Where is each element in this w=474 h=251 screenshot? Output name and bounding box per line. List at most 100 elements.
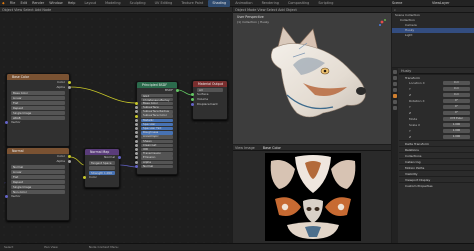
link-bsdf-to-output [177, 89, 193, 96]
tab-layout[interactable]: Layout [81, 0, 101, 7]
view-layer-selector[interactable]: ViewLayer [432, 0, 450, 7]
transform-value-field[interactable]: 0° [443, 111, 470, 115]
modifier-icon[interactable] [393, 100, 397, 104]
transform-label: Y [409, 129, 411, 133]
output-icon[interactable] [393, 82, 397, 86]
texture-image[interactable] [265, 153, 361, 241]
transform-value-field[interactable]: 0 m [443, 87, 470, 91]
properties-editor[interactable]: Husky Transform Location X0 mY0 mZ0 m Rot… [392, 68, 474, 243]
transform-row: Z 1.000 [399, 134, 474, 140]
status-right: Node Context Menu [88, 245, 119, 249]
input-socket[interactable] [135, 139, 138, 143]
tool-icon[interactable] [393, 70, 397, 74]
normal-map-node[interactable]: Normal Map Normal Tangent Space Strength… [83, 148, 121, 188]
transform-value-field[interactable]: 0 m [443, 93, 470, 97]
bsdf-input-row[interactable]: Normal [135, 164, 177, 169]
link-basecolor-to-bsdf [69, 86, 137, 104]
input-socket[interactable] [135, 131, 138, 135]
link-normaltex-to-normalmap [69, 156, 85, 166]
node-editor[interactable]: Object View Select Add Node Base Color C… [0, 7, 232, 243]
transform-value-field[interactable]: 0 m [443, 81, 470, 85]
section-custom-properties[interactable]: Custom Properties [399, 182, 474, 188]
input-socket[interactable] [135, 152, 138, 156]
input-color: Color [83, 175, 119, 180]
transform-label: Z [409, 135, 412, 139]
outliner[interactable]: ⌕ Scene Collection Collection Camera Hus… [392, 7, 474, 67]
uv-texture-atlas [270, 155, 356, 239]
material-icon[interactable] [393, 106, 397, 110]
menu-edit[interactable]: Edit [20, 0, 27, 7]
input-socket[interactable] [135, 127, 138, 131]
image-editor-header[interactable]: View Image Base Color [233, 145, 391, 151]
menu-file[interactable]: File [10, 0, 16, 7]
bsdf-input-field[interactable]: Normal [141, 164, 173, 169]
transform-label: Mode [409, 117, 418, 121]
tab-texture-paint[interactable]: Texture Paint [177, 0, 207, 7]
navigation-gizmo[interactable] [377, 17, 387, 27]
transform-label: Scale X [409, 123, 421, 127]
tab-modeling[interactable]: Modeling [101, 0, 124, 7]
input-socket[interactable] [135, 110, 138, 114]
input-socket[interactable] [135, 114, 138, 118]
menu-render[interactable]: Render [32, 0, 44, 7]
object-icon[interactable] [393, 94, 397, 98]
image-texture-node-base-color[interactable]: Base Color Color Alpha Base Color Linear… [5, 73, 71, 147]
viewport-title: User Perspective [237, 15, 264, 19]
render-icon[interactable] [393, 76, 397, 80]
transform-value-field[interactable]: 0° [443, 99, 470, 103]
input-socket[interactable] [135, 160, 138, 164]
status-mid: Pan View [44, 245, 58, 249]
input-displacement: Displacement [191, 102, 227, 107]
tab-shading[interactable]: Shading [208, 0, 231, 7]
input-socket[interactable] [135, 156, 138, 160]
top-bar: ◆ File Edit Render Window Help Layout Mo… [0, 0, 474, 7]
tab-uv-editing[interactable]: UV Editing [151, 0, 177, 7]
husky-head-model[interactable] [263, 21, 373, 133]
input-socket[interactable] [135, 143, 138, 147]
tab-compositing[interactable]: Compositing [284, 0, 313, 7]
outliner-item-light[interactable]: Light [392, 33, 474, 38]
tab-scripting[interactable]: Scripting [314, 0, 337, 7]
transform-label: Z [409, 93, 412, 97]
tab-animation[interactable]: Animation [231, 0, 256, 7]
input-socket[interactable] [135, 101, 138, 105]
input-socket[interactable] [135, 148, 138, 152]
transform-value-field[interactable]: 1.000 [443, 129, 470, 133]
input-vector: Vector [5, 120, 69, 125]
menu-help[interactable]: Help [68, 0, 76, 7]
principled-bsdf-node[interactable]: Principled BSDF BSDF GGX Christensen-Bur… [135, 81, 179, 175]
tab-rendering[interactable]: Rendering [258, 0, 283, 7]
transform-value-field[interactable]: 1.000 [443, 135, 470, 139]
transform-label: Z [409, 111, 412, 115]
transform-value-field[interactable]: XYZ Euler [443, 117, 470, 121]
input-socket[interactable] [135, 106, 138, 110]
property-sections: Delta Transform Relations Collections Insta… [399, 140, 474, 188]
image-editor[interactable]: View Image Base Color [233, 145, 391, 243]
bsdf-inputs: Base Color Subsurface Subsurface Radius Sub… [135, 101, 177, 169]
menu-window[interactable]: Window [49, 0, 62, 7]
tab-sculpting[interactable]: Sculpting [126, 0, 150, 7]
status-bar: Select Pan View Node Context Menu [0, 243, 474, 250]
input-socket[interactable] [135, 118, 138, 122]
viewport-header[interactable]: Object Mode View Select Add Object [233, 7, 391, 13]
status-left: Select [4, 245, 14, 249]
transform-value-field[interactable]: 0° [443, 105, 470, 109]
transform-label: Y [409, 87, 411, 91]
input-socket[interactable] [135, 135, 138, 139]
input-socket[interactable] [135, 122, 138, 126]
outliner-search-icon[interactable]: ⌕ [394, 8, 396, 12]
transform-label: Location X [409, 81, 425, 85]
transform-value-field[interactable]: 1.000 [443, 123, 470, 127]
scene-selector[interactable]: Scene [392, 0, 402, 7]
3d-viewport[interactable]: Object Mode View Select Add Object User … [233, 7, 391, 144]
image-name[interactable]: Base Color [263, 146, 281, 150]
transform-label: Y [409, 105, 411, 109]
blender-logo-icon[interactable]: ◆ [2, 0, 5, 7]
transform-label: Rotation X [409, 99, 425, 103]
input-socket[interactable] [135, 164, 138, 168]
material-output-node[interactable]: Material Output All Surface Volume Displ… [191, 80, 228, 120]
input-vector: Vector [5, 194, 69, 199]
scene-icon[interactable] [393, 88, 397, 92]
image-texture-node-normal[interactable]: Normal Color Alpha Normal Linear Flat Re… [5, 147, 71, 221]
link-normalmap-to-bsdf [119, 164, 137, 168]
